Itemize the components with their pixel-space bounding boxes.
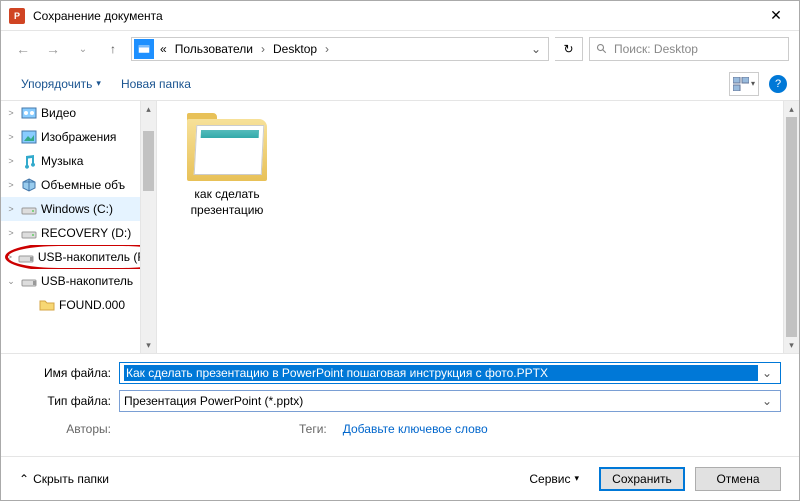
save-button[interactable]: Сохранить: [599, 467, 685, 491]
filename-label: Имя файла:: [19, 366, 119, 380]
new-folder-button[interactable]: Новая папка: [113, 73, 199, 95]
tags-value[interactable]: Добавьте ключевое слово: [343, 422, 488, 436]
scroll-up-icon[interactable]: ▴: [141, 101, 156, 117]
chevron-up-icon: ⌃: [19, 472, 29, 486]
filetype-dropdown[interactable]: ⌄: [758, 394, 776, 408]
help-button[interactable]: ?: [769, 75, 787, 93]
form-area: Имя файла: Как сделать презентацию в Pow…: [1, 353, 799, 440]
filetype-value: Презентация PowerPoint (*.pptx): [124, 394, 758, 408]
sidebar-scrollbar[interactable]: ▴ ▾: [140, 101, 156, 353]
hide-folders-button[interactable]: ⌃ Скрыть папки: [19, 472, 109, 486]
tools-dropdown[interactable]: Сервис▾: [529, 472, 579, 486]
sidebar-item[interactable]: FOUND.000: [1, 293, 156, 317]
address-seg-desktop[interactable]: Desktop: [269, 42, 321, 56]
sidebar-item-label: USB-накопитель (F:): [38, 250, 152, 264]
sidebar-item-label: USB-накопитель: [41, 274, 133, 288]
tree-chevron-icon[interactable]: >: [5, 252, 14, 262]
address-separator[interactable]: ›: [321, 42, 333, 56]
folder-item[interactable]: как сделатьпрезентацию: [177, 111, 277, 218]
tags-label: Теги:: [299, 422, 335, 436]
cube-icon: [21, 177, 37, 193]
sidebar-item-label: Windows (C:): [41, 202, 113, 216]
video-icon: [21, 105, 37, 121]
content-scrollbar[interactable]: ▴ ▾: [783, 101, 799, 353]
search-input[interactable]: Поиск: Desktop: [589, 37, 789, 61]
content-area[interactable]: как сделатьпрезентацию ▴ ▾: [157, 101, 799, 353]
sidebar-item-label: RECOVERY (D:): [41, 226, 131, 240]
sidebar-item[interactable]: > Объемные объ: [1, 173, 156, 197]
sidebar-item[interactable]: > USB-накопитель (F:): [1, 245, 156, 269]
forward-button[interactable]: →: [41, 37, 65, 61]
footer: ⌃ Скрыть папки Сервис▾ Сохранить Отмена: [1, 456, 799, 500]
sidebar-item-label: Видео: [41, 106, 76, 120]
tree-chevron-icon[interactable]: >: [5, 228, 17, 238]
filename-value: Как сделать презентацию в PowerPoint пош…: [124, 365, 758, 381]
main-area: > Видео > Изображения > Музыка > Объемные объ > W…: [1, 101, 799, 353]
sidebar-item[interactable]: > RECOVERY (D:): [1, 221, 156, 245]
back-button[interactable]: ←: [11, 37, 35, 61]
filetype-label: Тип файла:: [19, 394, 119, 408]
scroll-thumb[interactable]: [786, 117, 797, 337]
authors-label: Авторы:: [19, 422, 119, 436]
drive-icon: [21, 201, 37, 217]
sidebar-item-label: Объемные объ: [41, 178, 125, 192]
tree-chevron-icon[interactable]: >: [5, 180, 17, 190]
tree-chevron-icon[interactable]: ⌄: [5, 276, 17, 287]
title-bar: P Сохранение документа ✕: [1, 1, 799, 31]
address-prefix: «: [156, 42, 171, 56]
refresh-button[interactable]: ↻: [555, 37, 583, 61]
folder-label: как сделатьпрезентацию: [177, 187, 277, 218]
drive-icon: [21, 225, 37, 241]
toolbar: Упорядочить▾ Новая папка ▾ ?: [1, 67, 799, 101]
sidebar-item-label: Музыка: [41, 154, 83, 168]
sidebar-item[interactable]: > Windows (C:): [1, 197, 156, 221]
search-icon: [596, 43, 608, 55]
sidebar-item[interactable]: > Изображения: [1, 125, 156, 149]
scroll-down-icon[interactable]: ▾: [141, 337, 156, 353]
music-icon: [21, 153, 37, 169]
usb-icon: [18, 249, 34, 265]
address-dropdown[interactable]: ⌄: [524, 42, 548, 56]
address-separator[interactable]: ›: [257, 42, 269, 56]
sidebar-item[interactable]: > Видео: [1, 101, 156, 125]
close-button[interactable]: ✕: [753, 1, 799, 31]
sidebar-item-label: FOUND.000: [59, 298, 125, 312]
sidebar-item[interactable]: > Музыка: [1, 149, 156, 173]
sidebar-item[interactable]: ⌄ USB-накопитель: [1, 269, 156, 293]
address-seg-users[interactable]: Пользователи: [171, 42, 257, 56]
scroll-up-icon[interactable]: ▴: [784, 101, 799, 117]
scroll-down-icon[interactable]: ▾: [784, 337, 799, 353]
window-title: Сохранение документа: [33, 9, 753, 23]
tree-chevron-icon[interactable]: >: [5, 108, 17, 118]
usb-icon: [21, 273, 37, 289]
folder-icon: [39, 297, 55, 313]
search-placeholder: Поиск: Desktop: [614, 42, 698, 56]
app-icon: P: [9, 8, 25, 24]
filename-dropdown[interactable]: ⌄: [758, 366, 776, 380]
filetype-select[interactable]: Презентация PowerPoint (*.pptx) ⌄: [119, 390, 781, 412]
history-dropdown[interactable]: ⌄: [71, 37, 95, 61]
address-bar[interactable]: « Пользователи › Desktop › ⌄: [131, 37, 549, 61]
organize-button[interactable]: Упорядочить▾: [13, 73, 109, 95]
tree-chevron-icon[interactable]: >: [5, 132, 17, 142]
tree-chevron-icon[interactable]: >: [5, 204, 17, 214]
images-icon: [21, 129, 37, 145]
location-icon: [134, 39, 154, 59]
cancel-button[interactable]: Отмена: [695, 467, 781, 491]
up-button[interactable]: ↑: [101, 37, 125, 61]
tree-chevron-icon[interactable]: >: [5, 156, 17, 166]
sidebar: > Видео > Изображения > Музыка > Объемные объ > W…: [1, 101, 157, 353]
scroll-thumb[interactable]: [143, 131, 154, 191]
filename-input[interactable]: Как сделать презентацию в PowerPoint пош…: [119, 362, 781, 384]
nav-bar: ← → ⌄ ↑ « Пользователи › Desktop › ⌄ ↻ П…: [1, 31, 799, 67]
view-options-button[interactable]: ▾: [729, 72, 759, 96]
folder-icon: [187, 111, 267, 181]
sidebar-item-label: Изображения: [41, 130, 116, 144]
